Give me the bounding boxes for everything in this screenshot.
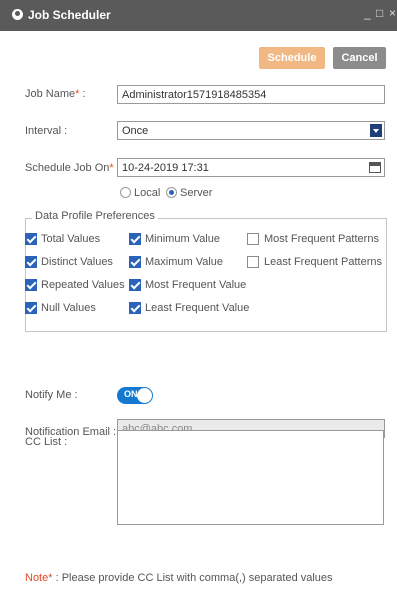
checkbox-distinct-values[interactable] — [25, 256, 37, 268]
checkbox-null-values[interactable] — [25, 302, 37, 314]
notify-toggle[interactable]: ON — [117, 387, 153, 404]
interval-label: Interval : — [25, 125, 68, 137]
job-name-input[interactable]: Administrator1571918485354 — [117, 85, 385, 104]
checkbox-least-frequent-patterns[interactable] — [247, 256, 259, 268]
checkbox-minimum-value-label: Minimum Value — [145, 233, 220, 245]
cc-list-label: CC List : — [25, 436, 68, 448]
checkbox-most-frequent-patterns-label: Most Frequent Patterns — [264, 233, 379, 245]
checkbox-maximum-value[interactable] — [129, 256, 141, 268]
checkbox-maximum-value-label: Maximum Value — [145, 256, 224, 268]
checkbox-total-values-label: Total Values — [41, 233, 101, 245]
maximize-icon[interactable]: □ — [376, 6, 383, 20]
schedule-on-label: Schedule Job On* : — [25, 162, 120, 174]
radio-server-label: Server — [180, 187, 213, 199]
checkbox-minimum-value[interactable] — [129, 233, 141, 245]
checkbox-distinct-values-label: Distinct Values — [41, 256, 113, 268]
app-icon — [12, 9, 23, 20]
window-title: Job Scheduler — [28, 8, 111, 22]
footer-note: Note* : Please provide CC List with comm… — [25, 572, 333, 584]
close-icon[interactable]: × — [389, 6, 396, 20]
interval-select[interactable]: Once — [117, 121, 385, 140]
schedule-date-value: 10-24-2019 17:31 — [122, 162, 209, 174]
checkbox-total-values[interactable] — [25, 233, 37, 245]
preferences-legend: Data Profile Preferences — [32, 210, 158, 222]
schedule-button[interactable]: Schedule — [259, 47, 325, 69]
checkbox-least-frequent-value[interactable] — [129, 302, 141, 314]
toggle-state-label: ON — [124, 389, 138, 399]
checkbox-repeated-values[interactable] — [25, 279, 37, 291]
toggle-knob — [137, 388, 152, 403]
interval-value: Once — [122, 125, 149, 137]
title-bar: Job Scheduler _ □ × — [0, 0, 397, 31]
job-name-label: Job Name* : — [25, 88, 86, 100]
notify-label: Notify Me : — [25, 389, 78, 401]
chevron-down-icon[interactable] — [370, 124, 382, 137]
radio-local[interactable] — [120, 187, 131, 198]
cancel-button[interactable]: Cancel — [333, 47, 386, 69]
checkbox-repeated-values-label: Repeated Values — [41, 279, 125, 291]
radio-local-label: Local — [134, 187, 161, 199]
calendar-icon[interactable] — [369, 162, 381, 173]
checkbox-most-frequent-value-label: Most Frequent Value — [145, 279, 247, 291]
checkbox-most-frequent-patterns[interactable] — [247, 233, 259, 245]
minimize-icon[interactable]: _ — [364, 6, 371, 20]
radio-server[interactable] — [166, 187, 177, 198]
checkbox-least-frequent-value-label: Least Frequent Value — [145, 302, 250, 314]
checkbox-least-frequent-patterns-label: Least Frequent Patterns — [264, 256, 383, 268]
checkbox-most-frequent-value[interactable] — [129, 279, 141, 291]
cc-list-textarea[interactable] — [117, 430, 384, 525]
schedule-date-input[interactable]: 10-24-2019 17:31 — [117, 158, 385, 177]
checkbox-null-values-label: Null Values — [41, 302, 96, 314]
